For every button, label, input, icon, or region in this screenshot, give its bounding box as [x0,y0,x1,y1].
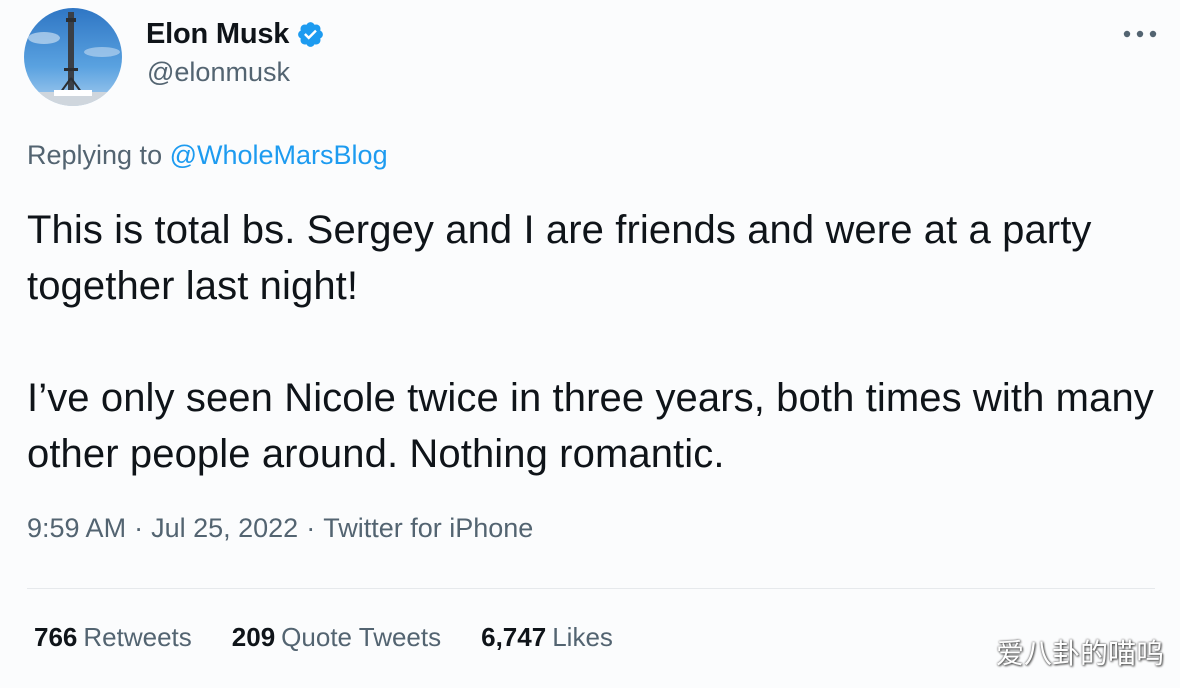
replying-to-line: Replying to @WholeMarsBlog [27,140,388,171]
avatar-image-icon [24,8,122,106]
tweet-text: This is total bs. Sergey and I are frien… [27,202,1157,482]
watermark: 爱八卦的喵呜 [995,637,1164,670]
likes-count: 6,747 [481,622,547,652]
divider [27,588,1155,589]
engagement-stats: 766 Retweets 209 Quote Tweets 6,747 Likes [34,622,653,653]
tweet-paragraph: I’ve only seen Nicole twice in three yea… [27,376,1154,476]
meta-separator: · [306,513,316,543]
reply-mention-link[interactable]: @WholeMarsBlog [170,140,388,170]
quote-tweets-count: 209 [231,622,276,652]
quote-tweets-label: Quote Tweets [281,622,442,652]
avatar[interactable] [24,8,122,106]
quote-tweets-stat[interactable]: 209 Quote Tweets [232,622,441,653]
tweet-paragraph: This is total bs. Sergey and I are frien… [27,208,1092,308]
tweet-source[interactable]: Twitter for iPhone [323,513,533,543]
likes-label: Likes [552,622,613,652]
retweets-label: Retweets [83,622,192,652]
retweets-stat[interactable]: 766 Retweets [34,622,192,653]
verified-badge-icon [296,20,325,49]
likes-stat[interactable]: 6,747 Likes [481,622,613,653]
author-name-row: Elon Musk [146,14,325,54]
replying-to-prefix: Replying to [27,140,163,170]
tweet-date[interactable]: Jul 25, 2022 [151,513,298,543]
retweets-count: 766 [34,622,78,652]
author-handle[interactable]: @elonmusk [147,57,290,88]
tweet-time[interactable]: 9:59 AM [27,513,126,543]
author-display-name[interactable]: Elon Musk [146,18,289,51]
more-options-icon[interactable] [1116,22,1164,46]
meta-separator: · [134,513,144,543]
tweet-card: Elon Musk @elonmusk Replying to @WholeMa… [0,0,1180,688]
tweet-meta: 9:59 AM · Jul 25, 2022 · Twitter for iPhone [27,513,533,544]
